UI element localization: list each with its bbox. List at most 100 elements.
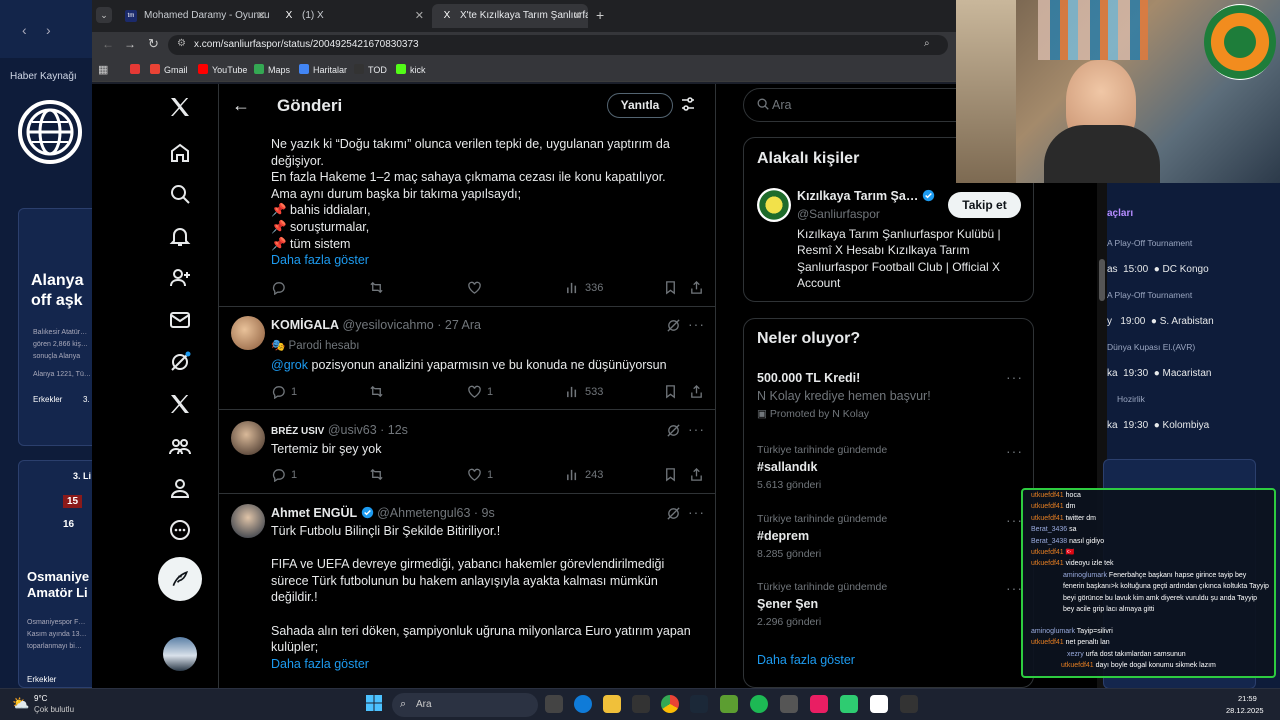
close-tab-icon[interactable]: ✕: [257, 9, 266, 22]
trends-show-more[interactable]: Daha fazla göster: [757, 653, 855, 667]
repost-icon[interactable]: [369, 280, 384, 295]
reply-handle[interactable]: @yesilovicahmo: [343, 318, 434, 332]
more-options-icon[interactable]: ···: [688, 421, 705, 437]
grok-icon[interactable]: [666, 423, 681, 443]
windows-start-icon[interactable]: [366, 695, 382, 716]
new-tab-icon[interactable]: +: [596, 7, 604, 23]
back-arrow-icon[interactable]: ‹: [22, 22, 27, 38]
like-icon[interactable]: 1: [467, 384, 493, 399]
reply-time[interactable]: · 9s: [474, 506, 495, 520]
edge-icon[interactable]: [574, 695, 592, 713]
show-more-link[interactable]: Daha fazla göster: [271, 656, 706, 673]
promo-title[interactable]: 500.000 TL Kredi!: [757, 371, 860, 385]
views-icon[interactable]: 336: [565, 280, 603, 295]
minecraft-icon[interactable]: [720, 695, 738, 713]
follow-button[interactable]: Takip et: [948, 192, 1021, 218]
reply-icon[interactable]: 1: [271, 384, 297, 399]
bookmark-maps[interactable]: Maps: [254, 64, 290, 75]
zoom-icon[interactable]: ⌕: [924, 38, 930, 49]
trend-name[interactable]: Şener Şen: [757, 597, 818, 611]
like-icon[interactable]: [467, 280, 482, 295]
grok-icon[interactable]: [666, 318, 681, 338]
app-icon[interactable]: [900, 695, 918, 713]
app-icon[interactable]: [810, 695, 828, 713]
more-options-icon[interactable]: ···: [688, 504, 705, 520]
show-more-link[interactable]: Daha fazla göster: [271, 252, 701, 269]
forward-arrow-icon[interactable]: ›: [46, 22, 51, 38]
site-info-icon[interactable]: ⚙: [177, 38, 186, 49]
news-card-alanya[interactable]: Alanya off aşk Balıkesir Atatür… gören 2…: [18, 208, 98, 446]
clock-time[interactable]: 21:59: [1238, 694, 1257, 703]
app-icon[interactable]: [840, 695, 858, 713]
reply-icon[interactable]: 1: [271, 467, 297, 482]
more-icon[interactable]: [162, 512, 198, 548]
bookmark-icon[interactable]: [663, 280, 678, 295]
taskbar-search[interactable]: ⌕ Ara: [392, 693, 538, 717]
reply-handle[interactable]: @Ahmetengul63: [377, 506, 470, 520]
club-logo[interactable]: [757, 188, 791, 222]
reply-author-name[interactable]: Ahmet ENGÜL: [271, 506, 357, 520]
file-explorer-icon[interactable]: [603, 695, 621, 713]
account-avatar[interactable]: [163, 637, 197, 671]
reply-avatar[interactable]: [231, 316, 265, 350]
match-row[interactable]: ka 19:30 ● Macaristan: [1107, 368, 1211, 379]
settings-sliders-icon[interactable]: [680, 96, 696, 117]
reply-button[interactable]: Yanıtla: [607, 93, 673, 118]
tab-x-status[interactable]: X X'te Kızılkaya Tarım Şanlıurfasp… ✕: [432, 4, 588, 28]
trend-name[interactable]: #deprem: [757, 529, 809, 543]
bookmark-icon[interactable]: [663, 384, 678, 399]
repost-icon[interactable]: [369, 467, 384, 482]
task-view-icon[interactable]: [545, 695, 563, 713]
app-icon[interactable]: [870, 695, 888, 713]
back-arrow-icon[interactable]: ←: [232, 95, 250, 116]
more-options-icon[interactable]: ···: [688, 316, 705, 332]
weather-icon[interactable]: ⛅: [12, 695, 29, 712]
follow-icon[interactable]: [162, 260, 198, 296]
communities-icon[interactable]: [162, 428, 198, 464]
home-icon[interactable]: [162, 135, 198, 171]
reply-icon[interactable]: [271, 280, 286, 295]
mention-link[interactable]: @grok: [271, 358, 308, 372]
notifications-icon[interactable]: [162, 218, 198, 254]
tab-transfermarkt[interactable]: tm Mohamed Daramy - Oyuncu p… ✕: [116, 4, 272, 28]
bookmark-tod[interactable]: TOD: [354, 64, 387, 75]
bookmark-gmail[interactable]: Gmail: [150, 64, 188, 75]
profile-icon[interactable]: [162, 470, 198, 506]
reply-avatar[interactable]: [231, 504, 265, 538]
like-icon[interactable]: 1: [467, 467, 493, 482]
share-icon[interactable]: [689, 384, 704, 399]
x-premium-icon[interactable]: [162, 386, 198, 422]
tab-search-icon[interactable]: ⌄: [96, 7, 112, 23]
reply-time[interactable]: · 12s: [380, 423, 408, 437]
messages-icon[interactable]: [162, 302, 198, 338]
more-options-icon[interactable]: ···: [1006, 369, 1023, 385]
views-icon[interactable]: 243: [565, 467, 603, 482]
news-card-osmaniye[interactable]: 3. Li 15 16 Osmaniye Amatör Li Osmaniyes…: [18, 460, 98, 688]
steam-icon[interactable]: [690, 695, 708, 713]
search-icon[interactable]: [162, 176, 198, 212]
reload-icon[interactable]: ↻: [148, 36, 159, 52]
bookmark-red[interactable]: [130, 64, 144, 75]
reply-handle[interactable]: @usiv63: [328, 423, 377, 437]
clock-date[interactable]: 28.12.2025: [1226, 706, 1264, 715]
grok-icon[interactable]: [162, 344, 198, 380]
repost-icon[interactable]: [369, 384, 384, 399]
app-icon[interactable]: [780, 695, 798, 713]
chrome-icon[interactable]: [661, 695, 679, 713]
reply-author-name[interactable]: BRÉZ USIV: [271, 426, 324, 437]
bookmark-icon[interactable]: [663, 467, 678, 482]
bookmark-youtube[interactable]: YouTube: [198, 64, 247, 75]
tab-x-home[interactable]: X (1) X ✕: [274, 4, 430, 28]
search-box[interactable]: Ara: [743, 88, 975, 122]
close-tab-icon[interactable]: ✕: [415, 9, 424, 22]
reply-author-name[interactable]: KOMİGALA: [271, 318, 339, 332]
reply-avatar[interactable]: [231, 421, 265, 455]
url-bar[interactable]: ⚙ x.com/sanliurfaspor/status/20049254216…: [168, 35, 948, 55]
bookmark-kick[interactable]: kick: [396, 64, 426, 75]
spotify-icon[interactable]: [750, 695, 768, 713]
trend-name[interactable]: #sallandık: [757, 460, 817, 474]
x-logo-icon[interactable]: [162, 89, 198, 125]
post-button[interactable]: [158, 557, 202, 601]
apps-grid-icon[interactable]: ▦: [98, 63, 108, 76]
share-icon[interactable]: [689, 467, 704, 482]
